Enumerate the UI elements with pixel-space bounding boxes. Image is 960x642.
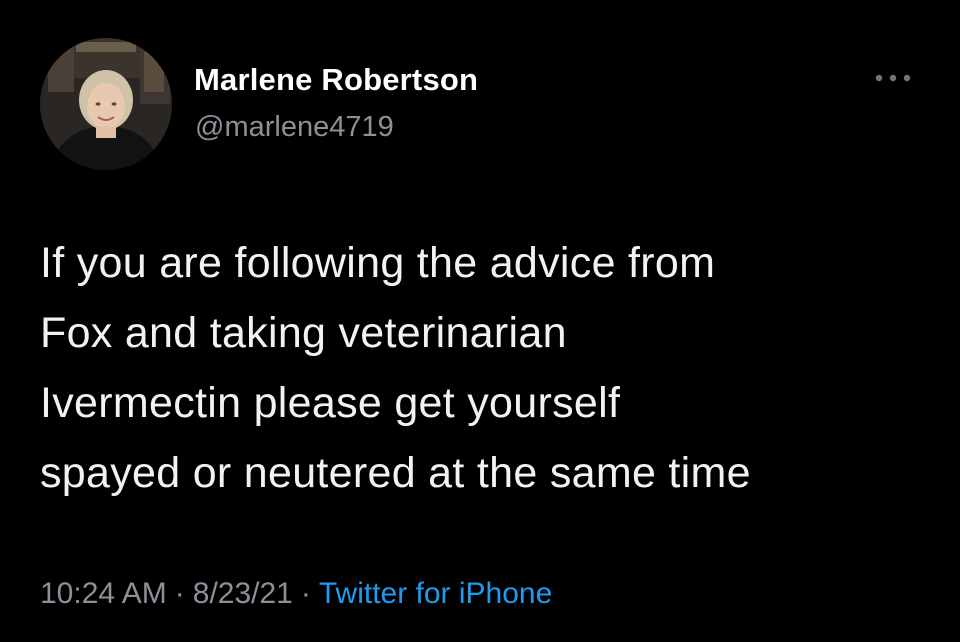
tweet-text-line: If you are following the advice from — [40, 239, 716, 287]
tweet-text-line: Ivermectin please get yourself — [40, 379, 621, 427]
profile-photo — [40, 38, 172, 170]
tweet-text-line: spayed or neutered at the same time — [40, 449, 751, 497]
avatar[interactable] — [40, 38, 172, 170]
tweet-time[interactable]: 10:24 AM — [40, 577, 167, 610]
author-handle[interactable]: @marlene4719 — [195, 111, 394, 144]
more-horizontal-icon — [875, 74, 911, 82]
separator: · — [174, 577, 185, 610]
more-options-button[interactable] — [868, 64, 918, 92]
tweet-metadata: 10:24 AM · 8/23/21 · Twitter for iPhone — [40, 577, 552, 611]
author-display-name[interactable]: Marlene Robertson — [194, 62, 478, 98]
tweet-source-link[interactable]: Twitter for iPhone — [319, 577, 552, 610]
tweet-date[interactable]: 8/23/21 — [193, 577, 293, 610]
tweet-text-line: Fox and taking veterinarian — [40, 309, 567, 357]
separator: · — [300, 577, 311, 610]
tweet-card: Marlene Robertson @marlene4719 If you ar… — [0, 0, 960, 642]
tweet-text: If you are following the advice from Fox… — [40, 228, 940, 508]
